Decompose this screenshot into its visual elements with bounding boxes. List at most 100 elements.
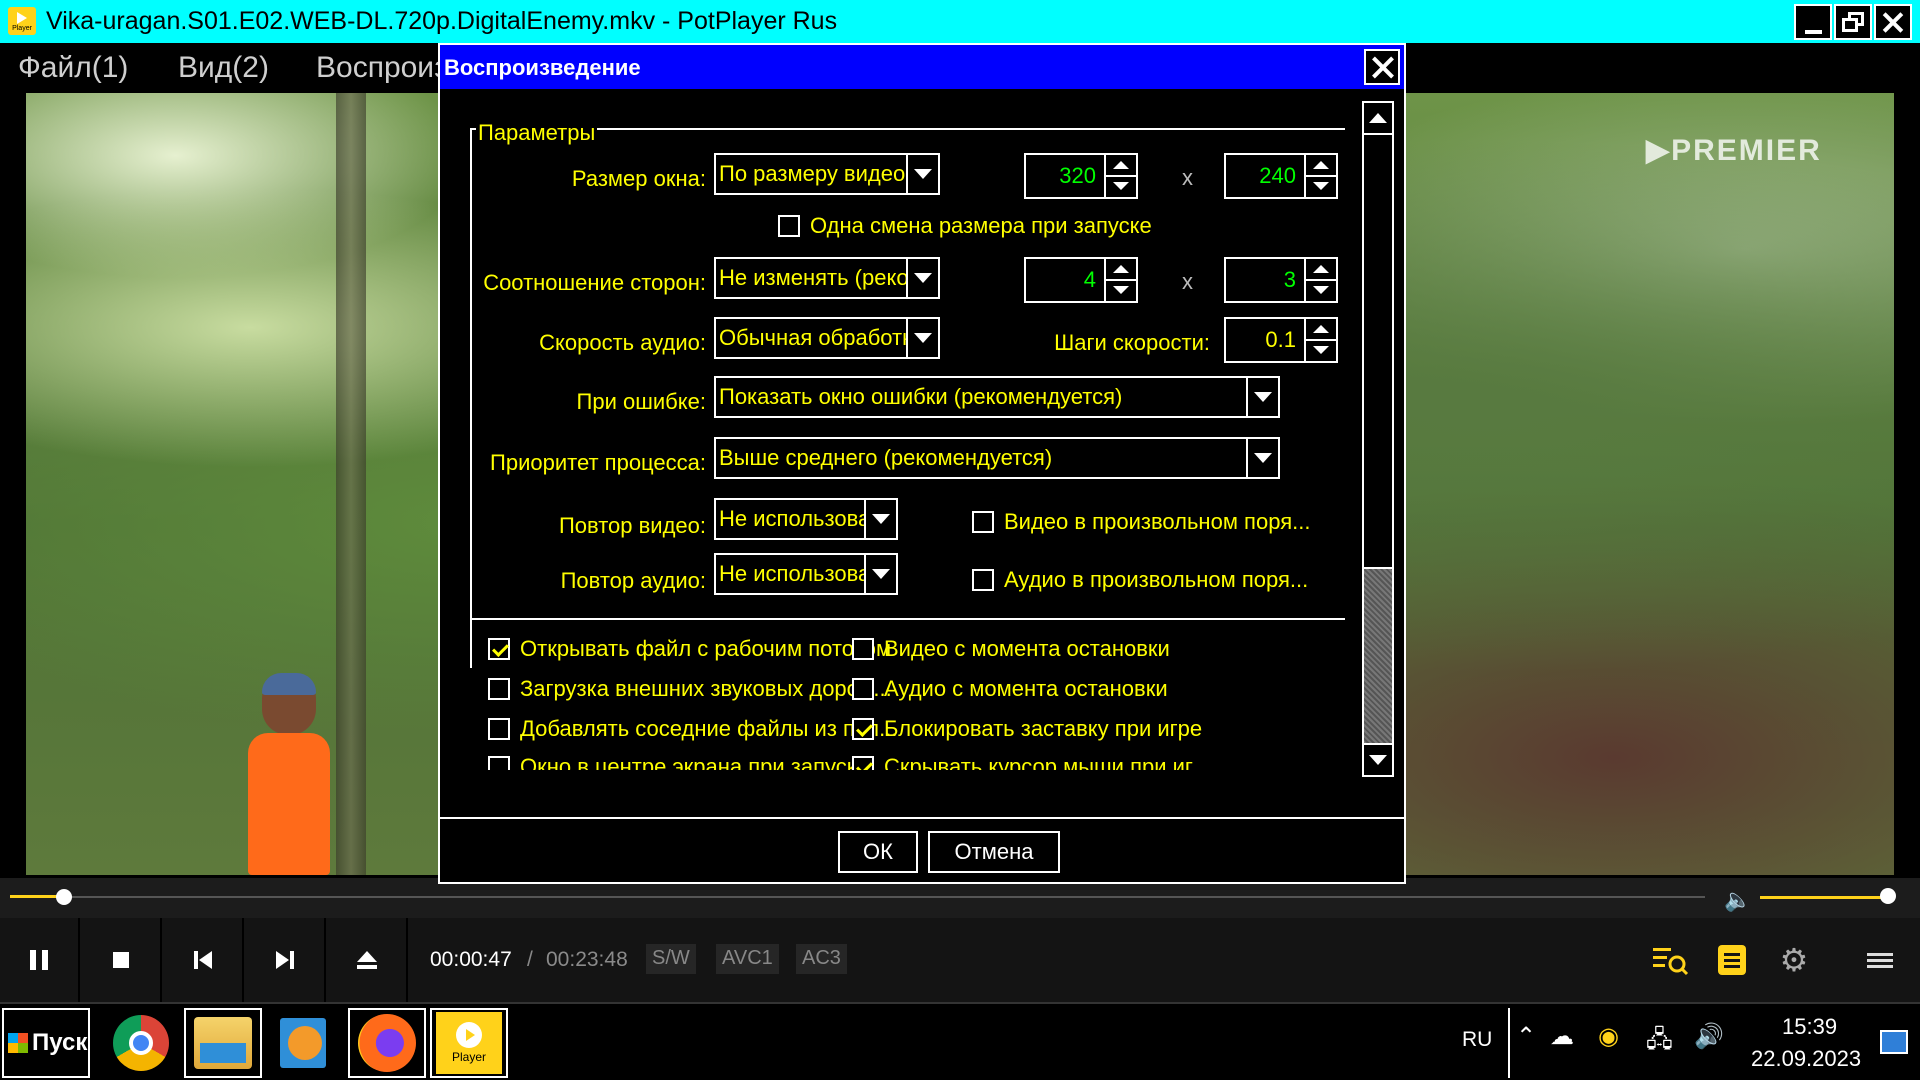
aspect-y-stepper[interactable]: 3 (1224, 257, 1338, 303)
resize-once-checkbox[interactable]: Одна смена размера при запуске (778, 213, 1152, 239)
video-shuffle-label: Видео в произвольном поря... (1004, 509, 1311, 534)
checkbox-box[interactable] (852, 678, 874, 700)
checkbox-box[interactable] (852, 756, 874, 770)
stepper-arrows-icon[interactable] (1304, 155, 1336, 197)
volume-slider[interactable] (1760, 896, 1884, 899)
add-neighbor-files-checkbox[interactable]: Добавлять соседние файлы из пап... (488, 716, 897, 742)
seek-knob[interactable] (55, 889, 72, 905)
checkbox-box[interactable] (852, 638, 874, 660)
aspect-x-stepper[interactable]: 4 (1024, 257, 1138, 303)
clock-time[interactable]: 15:39 (1782, 1014, 1837, 1040)
taskbar-media-player[interactable] (264, 1008, 342, 1078)
clock-date[interactable]: 22.09.2023 (1751, 1046, 1861, 1072)
window-height-value: 240 (1259, 163, 1296, 188)
block-screensaver-checkbox[interactable]: Блокировать заставку при игре (852, 716, 1202, 742)
close-button[interactable] (1874, 4, 1912, 40)
resume-video-checkbox[interactable]: Видео с момента остановки (852, 636, 1170, 662)
stepper-arrows-icon[interactable] (1104, 155, 1136, 197)
menu-view[interactable]: Вид(2) (178, 51, 269, 85)
on-error-select[interactable]: Показать окно ошибки (рекомендуется) (714, 376, 1280, 418)
checkbox-box[interactable] (488, 638, 510, 660)
time-current: 00:00:47 (430, 948, 512, 971)
audio-shuffle-checkbox[interactable]: Аудио в произвольном поря... (972, 567, 1308, 593)
previous-button[interactable] (164, 918, 244, 1002)
window-height-stepper[interactable]: 240 (1224, 153, 1338, 199)
process-priority-select[interactable]: Выше среднего (рекомендуется) (714, 437, 1280, 479)
taskbar-chrome[interactable] (102, 1008, 180, 1078)
audio-speed-value: Обычная обработка (719, 325, 925, 350)
on-error-value: Показать окно ошибки (рекомендуется) (719, 384, 1123, 409)
taskbar-firefox[interactable] (348, 1008, 426, 1078)
taskbar-potplayer[interactable]: Player (430, 1008, 508, 1078)
window-size-label: Размер окна: (571, 166, 706, 191)
decoder-badge[interactable]: S/W (646, 944, 696, 974)
video-shuffle-checkbox[interactable]: Видео в произвольном поря... (972, 509, 1310, 535)
restore-button[interactable] (1834, 4, 1872, 40)
checkbox-box[interactable] (972, 569, 994, 591)
open-file-button[interactable] (328, 918, 408, 1002)
audio-speed-select[interactable]: Обычная обработка (714, 317, 940, 359)
speed-step-stepper[interactable]: 0.1 (1224, 317, 1338, 363)
window-width-stepper[interactable]: 320 (1024, 153, 1138, 199)
notification-icon[interactable] (1880, 1030, 1908, 1054)
volume-icon[interactable]: 🔈 (1724, 888, 1751, 913)
menu-icon[interactable] (1860, 940, 1900, 980)
potplayer-tray-icon[interactable]: ◉ (1598, 1022, 1619, 1050)
checkbox-box[interactable] (488, 718, 510, 740)
repeat-video-select[interactable]: Не использовать (714, 498, 898, 540)
checkbox-box[interactable] (488, 756, 510, 770)
dialog-title: Воспроизведение (444, 55, 641, 80)
checkbox-box[interactable] (852, 718, 874, 740)
stepper-arrows-icon[interactable] (1304, 259, 1336, 301)
tray-expand-icon[interactable]: ⌃ (1516, 1022, 1536, 1050)
aspect-x-value: 4 (1083, 267, 1096, 292)
stop-button[interactable] (82, 918, 162, 1002)
process-priority-value: Выше среднего (рекомендуется) (719, 445, 1053, 470)
ok-button[interactable]: ОК (838, 831, 918, 873)
start-button[interactable]: Пуск (2, 1008, 90, 1078)
resume-audio-checkbox[interactable]: Аудио с момента остановки (852, 676, 1168, 702)
stepper-arrows-icon[interactable] (1104, 259, 1136, 301)
time-total[interactable]: 00:23:48 (546, 948, 628, 972)
window-size-select[interactable]: По размеру видео (714, 153, 940, 195)
repeat-audio-select[interactable]: Не использовать (714, 553, 898, 595)
menu-file[interactable]: Файл(1) (18, 51, 128, 85)
next-button[interactable] (246, 918, 326, 1002)
gear-icon[interactable]: ⚙ (1774, 940, 1814, 980)
aspect-ratio-select[interactable]: Не изменять (рекомендуется) (714, 257, 940, 299)
checkbox-label: Окно в центре экрана при запуске (520, 754, 869, 770)
cancel-button[interactable]: Отмена (928, 831, 1060, 873)
checkbox-box[interactable] (972, 511, 994, 533)
scroll-thumb[interactable] (1364, 137, 1392, 569)
open-file-thread-checkbox[interactable]: Открывать файл с рабочим потоком (488, 636, 891, 662)
language-indicator[interactable]: RU (1462, 1028, 1492, 1052)
taskbar-explorer[interactable] (184, 1008, 262, 1078)
scroll-track[interactable] (1364, 569, 1392, 743)
speaker-icon[interactable]: 🔊 (1694, 1022, 1724, 1050)
hide-cursor-checkbox[interactable]: Скрывать курсор мыши при иг... (852, 754, 1209, 770)
scroll-down-icon[interactable] (1364, 743, 1392, 775)
video-codec-badge[interactable]: AVC1 (716, 944, 779, 974)
resize-once-label: Одна смена размера при запуске (810, 213, 1152, 238)
audio-codec-badge[interactable]: AC3 (796, 944, 847, 974)
chrome-icon (113, 1015, 169, 1071)
network-icon[interactable]: 🖧 (1646, 1022, 1673, 1063)
volume-knob[interactable] (1880, 888, 1896, 904)
cloud-icon[interactable]: ☁ (1550, 1022, 1574, 1050)
scroll-up-icon[interactable] (1364, 103, 1392, 135)
playlist-search-icon[interactable] (1650, 940, 1690, 980)
dialog-close-button[interactable] (1364, 49, 1400, 85)
checkbox-label: Аудио с момента остановки (884, 676, 1168, 701)
center-window-checkbox[interactable]: Окно в центре экрана при запуске (488, 754, 869, 770)
minimize-button[interactable] (1794, 4, 1832, 40)
skip-next-icon (276, 951, 294, 969)
seek-track[interactable] (10, 889, 1705, 905)
stepper-arrows-icon[interactable] (1304, 319, 1336, 361)
notes-icon[interactable] (1712, 940, 1752, 980)
load-external-audio-checkbox[interactable]: Загрузка внешних звуковых дорож... (488, 676, 892, 702)
potplayer-icon: Player (436, 1012, 502, 1074)
checkbox-box[interactable] (778, 215, 800, 237)
checkbox-box[interactable] (488, 678, 510, 700)
pause-button[interactable] (0, 918, 80, 1002)
vertical-scrollbar[interactable] (1362, 101, 1394, 777)
